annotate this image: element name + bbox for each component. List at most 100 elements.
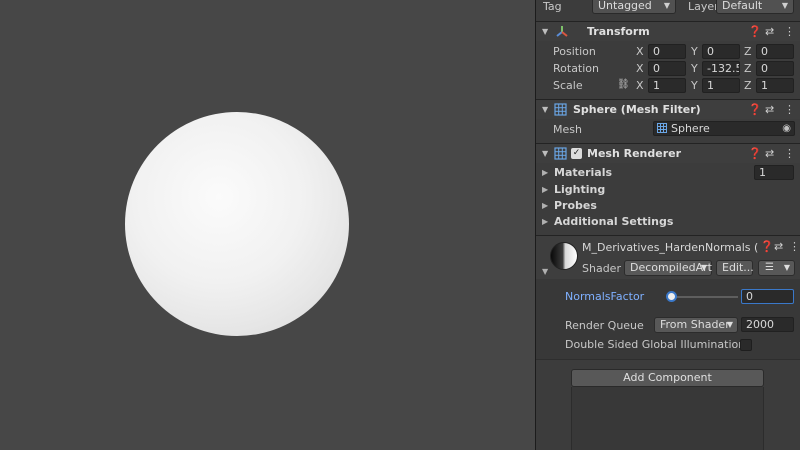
add-component-panel	[571, 387, 764, 450]
help-icon[interactable]: ❓	[748, 103, 762, 116]
mesh-filter-title: Sphere (Mesh Filter)	[573, 103, 701, 116]
normals-factor-field[interactable]: 0	[741, 289, 794, 304]
object-picker-icon[interactable]: ◉	[782, 122, 791, 135]
material-preview-sphere	[550, 242, 578, 270]
normals-factor-slider-handle[interactable]	[666, 291, 677, 302]
axis-x-label[interactable]: X	[636, 45, 644, 58]
mesh-label: Mesh	[553, 123, 582, 136]
kebab-menu-icon[interactable]: ⋮	[784, 147, 795, 160]
foldout-arrow-icon[interactable]: ▼	[542, 267, 548, 276]
mesh-grid-icon	[554, 103, 567, 119]
tag-label: Tag	[543, 0, 562, 13]
additional-settings-foldout[interactable]: ▶ Additional Settings	[536, 214, 800, 230]
scale-z-field[interactable]: 1	[756, 78, 794, 93]
material-header[interactable]: ▼ M_Derivatives_HardenNormals (I ❓ ⇄ ⋮ S…	[536, 235, 800, 279]
normals-factor-label[interactable]: NormalsFactor	[565, 290, 644, 303]
mesh-renderer-title: Mesh Renderer	[587, 147, 682, 160]
kebab-menu-icon[interactable]: ⋮	[784, 25, 795, 38]
probes-label: Probes	[554, 199, 597, 212]
render-queue-field[interactable]: 2000	[741, 317, 794, 332]
render-queue-source: From Shader	[660, 318, 730, 331]
mesh-object-field[interactable]: Sphere ◉	[653, 121, 795, 136]
double-sided-gi-checkbox[interactable]	[740, 339, 752, 351]
render-queue-label: Render Queue	[565, 319, 644, 332]
materials-foldout[interactable]: ▶ Materials 1	[536, 165, 800, 181]
chevron-down-icon: ▼	[783, 263, 790, 272]
scale-y-field[interactable]: 1	[702, 78, 740, 93]
layer-dropdown[interactable]: Default ▼	[716, 0, 794, 14]
shader-edit-button[interactable]: Edit...	[716, 260, 754, 276]
rotation-z-field[interactable]: 0	[756, 61, 794, 76]
axis-x-label[interactable]: X	[636, 79, 644, 92]
additional-settings-label: Additional Settings	[554, 215, 674, 228]
help-icon[interactable]: ❓	[748, 147, 762, 160]
position-y-field[interactable]: 0	[702, 44, 740, 59]
mesh-grid-icon	[554, 147, 567, 163]
axis-z-label[interactable]: Z	[744, 45, 752, 58]
help-icon[interactable]: ❓	[760, 240, 774, 253]
scene-view[interactable]	[0, 0, 535, 450]
layer-value: Default	[722, 0, 763, 12]
transform-title: Transform	[587, 25, 650, 38]
chevron-down-icon: ▼	[726, 320, 733, 329]
foldout-arrow-icon[interactable]: ▼	[542, 105, 548, 114]
position-row: Position X 0 Y 0 Z 0	[536, 43, 800, 60]
transform-axes-icon	[555, 24, 569, 41]
material-properties: NormalsFactor 0 Render Queue From Shader…	[536, 279, 800, 359]
preset-icon[interactable]: ⇄	[774, 240, 783, 253]
rotation-x-field[interactable]: 0	[648, 61, 686, 76]
axis-z-label[interactable]: Z	[744, 79, 752, 92]
materials-label: Materials	[554, 166, 613, 179]
render-queue-dropdown[interactable]: From Shader ▼	[654, 317, 738, 333]
axis-x-label[interactable]: X	[636, 62, 644, 75]
tag-layer-row: Tag Untagged ▼ Layer Default ▼	[536, 0, 800, 14]
rotation-row: Rotation X 0 Y -132.52 Z 0	[536, 60, 800, 77]
rotation-y-field[interactable]: -132.52	[702, 61, 740, 76]
normals-factor-slider-track[interactable]	[672, 296, 738, 298]
axis-y-label[interactable]: Y	[691, 45, 698, 58]
double-sided-gi-label: Double Sided Global Illumination	[565, 338, 746, 351]
axis-z-label[interactable]: Z	[744, 62, 752, 75]
kebab-menu-icon[interactable]: ⋮	[784, 103, 795, 116]
mesh-value: Sphere	[671, 122, 710, 135]
help-icon[interactable]: ❓	[748, 25, 762, 38]
scale-row: Scale ⛓ X 1 Y 1 Z 1	[536, 77, 800, 94]
axis-y-label[interactable]: Y	[691, 79, 698, 92]
foldout-arrow-icon[interactable]: ▶	[542, 185, 548, 194]
rotation-label: Rotation	[553, 62, 600, 75]
mesh-renderer-header[interactable]: ▼ ✓ Mesh Renderer ❓ ⇄ ⋮	[536, 143, 800, 163]
mesh-filter-header[interactable]: ▼ Sphere (Mesh Filter) ❓ ⇄ ⋮	[536, 99, 800, 119]
preset-icon[interactable]: ⇄	[765, 147, 774, 160]
position-label: Position	[553, 45, 596, 58]
shader-dropdown[interactable]: DecompiledArt ▼	[624, 260, 712, 276]
scale-x-field[interactable]: 1	[648, 78, 686, 93]
axis-y-label[interactable]: Y	[691, 62, 698, 75]
enabled-checkbox[interactable]: ✓	[571, 148, 582, 159]
add-component-button[interactable]: Add Component	[571, 369, 764, 387]
foldout-arrow-icon[interactable]: ▼	[542, 27, 548, 36]
kebab-menu-icon[interactable]: ⋮	[789, 240, 800, 253]
layer-label: Layer	[688, 0, 719, 13]
link-scale-icon[interactable]: ⛓	[617, 79, 630, 90]
lighting-foldout[interactable]: ▶ Lighting	[536, 182, 800, 198]
tag-dropdown[interactable]: Untagged ▼	[592, 0, 676, 14]
position-z-field[interactable]: 0	[756, 44, 794, 59]
probes-foldout[interactable]: ▶ Probes	[536, 198, 800, 214]
chevron-down-icon: ▼	[663, 1, 670, 10]
foldout-arrow-icon[interactable]: ▶	[542, 217, 548, 226]
foldout-arrow-icon[interactable]: ▼	[542, 149, 548, 158]
preset-icon[interactable]: ⇄	[765, 25, 774, 38]
inspector-panel: Tag Untagged ▼ Layer Default ▼ ▼ Transfo…	[535, 0, 800, 450]
foldout-arrow-icon[interactable]: ▶	[542, 168, 548, 177]
shader-options-dropdown[interactable]: ☰ ▼	[758, 260, 795, 276]
lighting-label: Lighting	[554, 183, 606, 196]
list-icon: ☰	[765, 262, 774, 273]
sphere-object[interactable]	[125, 112, 349, 336]
foldout-arrow-icon[interactable]: ▶	[542, 201, 548, 210]
preset-icon[interactable]: ⇄	[765, 103, 774, 116]
material-name: M_Derivatives_HardenNormals (I	[582, 241, 758, 254]
transform-header[interactable]: ▼ Transform ❓ ⇄ ⋮	[536, 21, 800, 41]
shader-value: DecompiledArt	[630, 261, 712, 274]
position-x-field[interactable]: 0	[648, 44, 686, 59]
materials-count-field[interactable]: 1	[754, 165, 794, 180]
